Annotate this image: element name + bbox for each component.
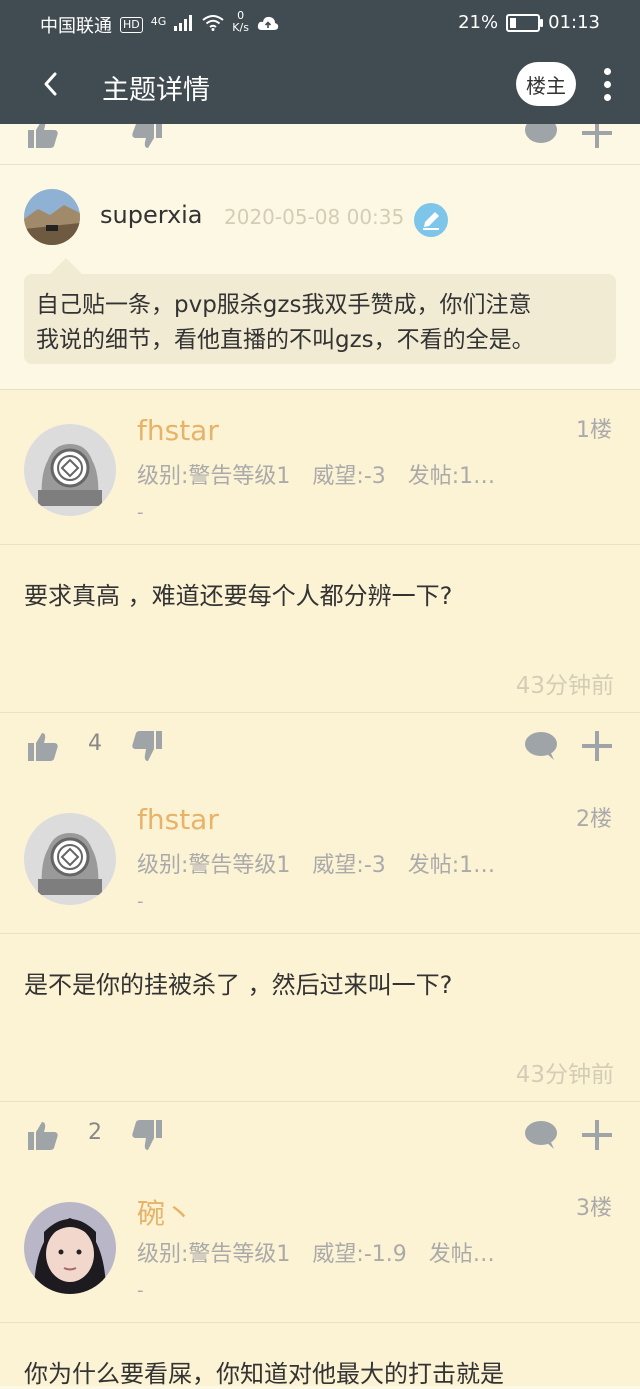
network-speed-unit: K/s: [232, 21, 249, 34]
main-post: superxia 2020-05-08 00:35 自己贴一条，pvp服杀gzs…: [0, 165, 640, 389]
comment-icon[interactable]: [524, 117, 558, 150]
reply-content: 要求真高 ，难道还要每个人都分辨一下?: [24, 582, 453, 610]
diving-helmet-avatar[interactable]: [24, 424, 116, 516]
thumbs-up-icon[interactable]: [26, 1120, 60, 1154]
more-dot-icon: [604, 94, 611, 101]
post-content: 自己贴一条，pvp服杀gzs我双手赞成，你们注意 我说的细节，看他直播的不叫gz…: [24, 258, 616, 364]
carrier-label: 中国联通: [40, 16, 112, 37]
comment-icon[interactable]: [524, 1120, 558, 1154]
user-meta: 级别:警告等级1 威望:-3 发帖:1…: [137, 464, 496, 489]
reply-header: fhstar 1楼 级别:警告等级1 威望:-3 发帖:1… -: [0, 390, 640, 545]
avatar[interactable]: [24, 189, 80, 245]
more-dot-icon: [604, 81, 611, 88]
battery-icon: [506, 13, 544, 32]
action-row-partial: [0, 117, 640, 165]
like-count: 2: [88, 1120, 102, 1145]
reply-time: 43分钟前: [515, 1062, 614, 1088]
plus-icon[interactable]: [582, 731, 612, 765]
user-meta-dash: -: [137, 502, 144, 523]
floor-number: 1楼: [576, 418, 612, 443]
cloud-upload-icon: [257, 15, 279, 36]
only-owner-button[interactable]: 楼主: [516, 62, 576, 106]
reply-username[interactable]: 碗丶: [137, 1192, 193, 1232]
post-content-line: 我说的细节，看他直播的不叫gzs，不看的全是。: [36, 327, 535, 353]
thumbs-down-icon[interactable]: [130, 1120, 164, 1154]
plus-icon[interactable]: [582, 118, 612, 152]
thumbs-down-icon[interactable]: [130, 124, 164, 152]
battery-percent: 21%: [458, 12, 499, 33]
floor-number: 2楼: [576, 807, 612, 832]
network-label: 4G: [150, 14, 167, 28]
thumbs-up-icon[interactable]: [26, 120, 60, 152]
user-meta: 级别:警告等级1 威望:-1.9 发帖…: [137, 1242, 495, 1267]
pencil-icon: [423, 212, 439, 230]
wifi-icon: [202, 14, 224, 36]
user-meta-dash: -: [137, 891, 144, 912]
chevron-left-icon: [44, 72, 57, 96]
post-timestamp: 2020-05-08 00:35: [224, 205, 405, 229]
hd-badge: HD: [120, 17, 143, 33]
reply-header: fhstar 2楼 级别:警告等级1 威望:-3 发帖:1… -: [0, 779, 640, 934]
back-button[interactable]: [30, 64, 70, 104]
app-bar: 主题详情 楼主: [0, 46, 640, 124]
diving-helmet-avatar[interactable]: [24, 813, 116, 905]
reply-item: fhstar 1楼 级别:警告等级1 威望:-3 发帖:1… - 要求真高 ，难…: [0, 390, 640, 780]
thumbs-up-icon[interactable]: [26, 731, 60, 765]
like-count: 4: [88, 731, 102, 756]
comment-icon[interactable]: [524, 731, 558, 765]
reply-content: 是不是你的挂被杀了 ，然后过来叫一下?: [24, 971, 453, 999]
more-dot-icon: [604, 68, 611, 75]
edit-button[interactable]: [414, 203, 448, 237]
user-meta-dash: -: [137, 1280, 144, 1301]
reply-username[interactable]: fhstar: [137, 803, 219, 836]
reply-item: 碗丶 3楼 级别:警告等级1 威望:-1.9 发帖… - 你为什么要看屎，你知道…: [0, 1168, 640, 1388]
page-title: 主题详情: [102, 75, 210, 106]
signal-icon: [174, 14, 194, 36]
reply-username[interactable]: fhstar: [137, 414, 219, 447]
reply-actions: 4: [0, 712, 640, 780]
avatar[interactable]: [24, 1202, 116, 1294]
reply-time: 43分钟前: [515, 673, 614, 699]
reply-item: fhstar 2楼 级别:警告等级1 威望:-3 发帖:1… - 是不是你的挂被…: [0, 779, 640, 1169]
network-speed: 0 K/s: [232, 10, 249, 34]
reply-header: 碗丶 3楼 级别:警告等级1 威望:-1.9 发帖… -: [0, 1168, 640, 1323]
status-bar: 中国联通 HD 4G 0 K/s 21% 01:13: [0, 0, 640, 46]
reply-actions: 2: [0, 1101, 640, 1169]
reply-content: 你为什么要看屎，你知道对他最大的打击就是: [24, 1360, 504, 1388]
user-meta: 级别:警告等级1 威望:-3 发帖:1…: [137, 853, 496, 878]
more-options-button[interactable]: [592, 64, 622, 104]
floor-number: 3楼: [576, 1196, 612, 1221]
post-author[interactable]: superxia: [100, 201, 203, 229]
thumbs-down-icon[interactable]: [130, 731, 164, 765]
post-content-line: 自己贴一条，pvp服杀gzs我双手赞成，你们注意: [36, 292, 532, 318]
clock: 01:13: [548, 12, 600, 33]
plus-icon[interactable]: [582, 1120, 612, 1154]
